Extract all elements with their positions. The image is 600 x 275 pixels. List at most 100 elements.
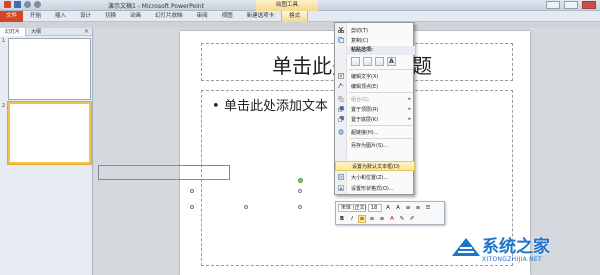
paste-picture-icon[interactable] — [375, 57, 384, 66]
mini-toolbar: 宋体 (正文) 18 A A ≡ ≡ ☰ B I ≡ ≡ ≡ A ✎ ✐ — [335, 201, 445, 225]
close-icon[interactable]: × — [84, 28, 89, 35]
rotation-handle[interactable] — [298, 178, 303, 183]
tab-design[interactable]: 设计 — [73, 11, 98, 22]
menu-item-label: 大小和位置(Z)... — [351, 174, 389, 181]
slide-number: 1 — [2, 38, 6, 44]
menu-item-label: 另存为图片(S)... — [351, 142, 388, 149]
resize-handle[interactable] — [244, 205, 248, 209]
menu-item-label: 剪切(T) — [351, 27, 368, 34]
bullet-glyph: • — [212, 99, 220, 114]
menu-item-send-to-back[interactable]: 置于底层(K) ▸ — [335, 114, 415, 124]
menu-item-size-and-position[interactable]: 大小和位置(Z)... — [335, 172, 415, 182]
submenu-arrow-icon: ▸ — [408, 116, 411, 122]
watermark-subtext: XITONGZHIJIA.NET — [482, 256, 542, 263]
menu-item-label: 超链接(H)... — [351, 129, 379, 136]
edit-points-icon — [338, 83, 344, 89]
paste-theme-icon[interactable] — [351, 57, 360, 66]
send-back-icon — [338, 116, 344, 122]
font-name-select[interactable]: 宋体 (正文) — [338, 204, 367, 212]
format-shape-icon — [338, 185, 344, 191]
menu-item-cut[interactable]: 剪切(T) — [335, 25, 415, 35]
quick-access-toolbar — [4, 1, 41, 8]
shape-fill-icon[interactable]: ✎ — [398, 215, 406, 223]
menu-item-hyperlink[interactable]: 超链接(H)... — [335, 127, 415, 137]
window-title: 演示文稿1 - Microsoft PowerPoint — [108, 3, 205, 10]
align-right-icon[interactable]: ≡ — [378, 215, 386, 223]
title-bar: 演示文稿1 - Microsoft PowerPoint 绘图工具 — [0, 0, 600, 11]
group-icon — [338, 96, 344, 102]
menu-item-label: 置于顶层(R) — [351, 106, 379, 113]
menu-item-edit-text[interactable]: 编辑文字(X) — [335, 71, 415, 81]
scissors-icon — [337, 26, 345, 34]
redo-icon[interactable] — [34, 1, 41, 8]
shape-outline-icon[interactable]: ✐ — [408, 215, 416, 223]
minimize-button[interactable] — [546, 1, 560, 9]
powerpoint-logo-icon[interactable] — [4, 1, 11, 8]
increase-indent-icon[interactable]: ≡ — [414, 204, 422, 212]
menu-item-group[interactable]: 组合(G) ▸ — [335, 94, 415, 104]
pane-tabs: 幻灯片 大纲 × — [0, 27, 92, 36]
default-textbox-icon — [339, 163, 345, 169]
resize-handle[interactable] — [298, 189, 302, 193]
resize-handle[interactable] — [190, 205, 194, 209]
resize-handle[interactable] — [298, 205, 302, 209]
tab-insert[interactable]: 插入 — [48, 11, 73, 22]
font-color-icon[interactable]: A — [388, 215, 396, 223]
menu-item-format-shape[interactable]: 设置形状格式(O)... — [335, 183, 415, 193]
tab-format[interactable]: 格式 — [281, 10, 309, 22]
tab-outline[interactable]: 大纲 — [26, 28, 46, 36]
menu-separator — [349, 69, 413, 70]
tab-review[interactable]: 审阅 — [190, 11, 215, 22]
menu-item-copy[interactable]: 复制(C) — [335, 35, 415, 45]
menu-item-label: 组合(G) — [351, 96, 369, 103]
font-size-select[interactable]: 18 — [368, 204, 382, 212]
menu-item-label: 编辑文字(X) — [351, 73, 379, 80]
tab-transitions[interactable]: 切换 — [98, 11, 123, 22]
window-controls — [546, 1, 596, 9]
hyperlink-icon — [338, 129, 344, 135]
tab-file[interactable]: 文件 — [0, 10, 24, 22]
menu-item-label: 置于底层(K) — [351, 116, 379, 123]
align-left-icon[interactable]: ≡ — [358, 215, 366, 223]
ribbon-tabs: 文件 开始 插入 设计 切换 动画 幻灯片放映 审阅 视图 新建选项卡 格式 — [0, 10, 600, 22]
submenu-arrow-icon: ▸ — [408, 106, 411, 112]
copy-icon — [338, 37, 344, 43]
body-placeholder-text: • 单击此处添加文本 — [212, 95, 328, 114]
paste-options-row: A — [351, 57, 396, 66]
tab-home[interactable]: 开始 — [23, 11, 48, 22]
maximize-button[interactable] — [564, 1, 578, 9]
paste-text-only-icon[interactable]: A — [387, 57, 396, 66]
shrink-font-icon[interactable]: A — [394, 204, 402, 212]
edit-text-icon — [338, 73, 344, 79]
format-painter-icon[interactable]: ☰ — [424, 204, 432, 212]
menu-item-set-default-textbox[interactable]: 设置为默认文本框(D) — [335, 161, 415, 171]
menu-separator — [349, 92, 413, 93]
menu-item-edit-points[interactable]: 编辑顶点(E) — [335, 81, 415, 91]
close-button[interactable] — [582, 1, 596, 9]
tab-view[interactable]: 视图 — [215, 11, 240, 22]
menu-item-label: 编辑顶点(E) — [351, 83, 379, 90]
menu-item-bring-to-front[interactable]: 置于顶层(R) ▸ — [335, 104, 415, 114]
size-position-icon — [338, 174, 344, 180]
align-center-icon[interactable]: ≡ — [368, 215, 376, 223]
tab-animations[interactable]: 动画 — [123, 11, 148, 22]
undo-icon[interactable] — [24, 1, 31, 8]
grow-font-icon[interactable]: A — [384, 204, 392, 212]
italic-icon[interactable]: I — [348, 215, 356, 223]
paste-source-format-icon[interactable] — [363, 57, 372, 66]
bring-front-icon — [338, 106, 344, 112]
decrease-indent-icon[interactable]: ≡ — [404, 204, 412, 212]
save-icon[interactable] — [14, 1, 21, 8]
slide-thumbnail-1[interactable] — [8, 38, 91, 100]
watermark-text: 系统之家 — [482, 237, 550, 257]
mini-toolbar-row-1: 宋体 (正文) 18 A A ≡ ≡ ☰ — [338, 204, 432, 212]
tab-slides[interactable]: 幻灯片 — [0, 27, 27, 36]
resize-handle[interactable] — [190, 189, 194, 193]
slide-thumbnail-2[interactable] — [8, 102, 91, 164]
tab-new-tab[interactable]: 新建选项卡 — [240, 11, 282, 22]
bold-icon[interactable]: B — [338, 215, 346, 223]
selected-textbox[interactable] — [98, 165, 230, 180]
menu-item-label: 设置为默认文本框(D) — [352, 163, 400, 170]
menu-item-save-as-picture[interactable]: 另存为图片(S)... — [335, 140, 415, 150]
tab-slideshow[interactable]: 幻灯片放映 — [148, 11, 190, 22]
